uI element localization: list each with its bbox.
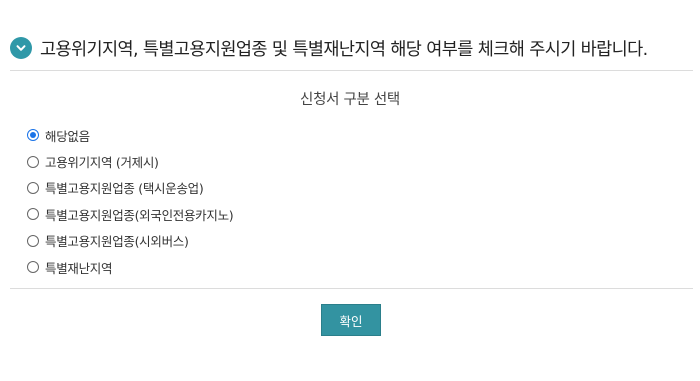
option-employment-crisis-area[interactable]: 고용위기지역 (거제시): [27, 148, 233, 174]
option-label: 해당없음: [45, 128, 90, 144]
option-special-industry-taxi[interactable]: 특별고용지원업종 (택시운송업): [27, 175, 233, 201]
page-title: 고용위기지역, 특별고용지원업종 및 특별재난지역 해당 여부를 체크해 주시기…: [40, 39, 648, 60]
bottom-divider: [10, 288, 693, 289]
option-special-industry-intercity-bus[interactable]: 특별고용지원업종(시외버스): [27, 228, 233, 254]
option-special-disaster-area[interactable]: 특별재난지역: [27, 254, 233, 280]
radio-button[interactable]: [27, 208, 39, 221]
radio-button[interactable]: [27, 129, 39, 142]
option-label: 고용위기지역 (거제시): [45, 155, 159, 171]
chevron-down-circle-icon: [10, 37, 32, 59]
radio-button[interactable]: [27, 234, 39, 247]
radio-button[interactable]: [27, 181, 39, 194]
option-special-industry-casino[interactable]: 특별고용지원업종(외국인전용카지노): [27, 201, 234, 227]
radio-button[interactable]: [27, 155, 39, 168]
option-label: 특별재난지역: [45, 260, 113, 276]
option-label: 특별고용지원업종 (택시운송업): [45, 181, 204, 197]
section-title: 신청서 구분 선택: [300, 92, 400, 108]
option-none[interactable]: 해당없음: [27, 122, 233, 148]
confirm-button[interactable]: 확인: [321, 304, 381, 336]
option-label: 특별고용지원업종(시외버스): [45, 234, 189, 250]
radio-button[interactable]: [27, 261, 39, 274]
option-label: 특별고용지원업종(외국인전용카지노): [45, 207, 234, 223]
application-type-options: 해당없음 고용위기지역 (거제시) 특별고용지원업종 (택시운송업) 특별고용지…: [27, 122, 234, 280]
notice-header: 고용위기지역, 특별고용지원업종 및 특별재난지역 해당 여부를 체크해 주시기…: [10, 33, 648, 63]
top-divider: [10, 70, 693, 71]
